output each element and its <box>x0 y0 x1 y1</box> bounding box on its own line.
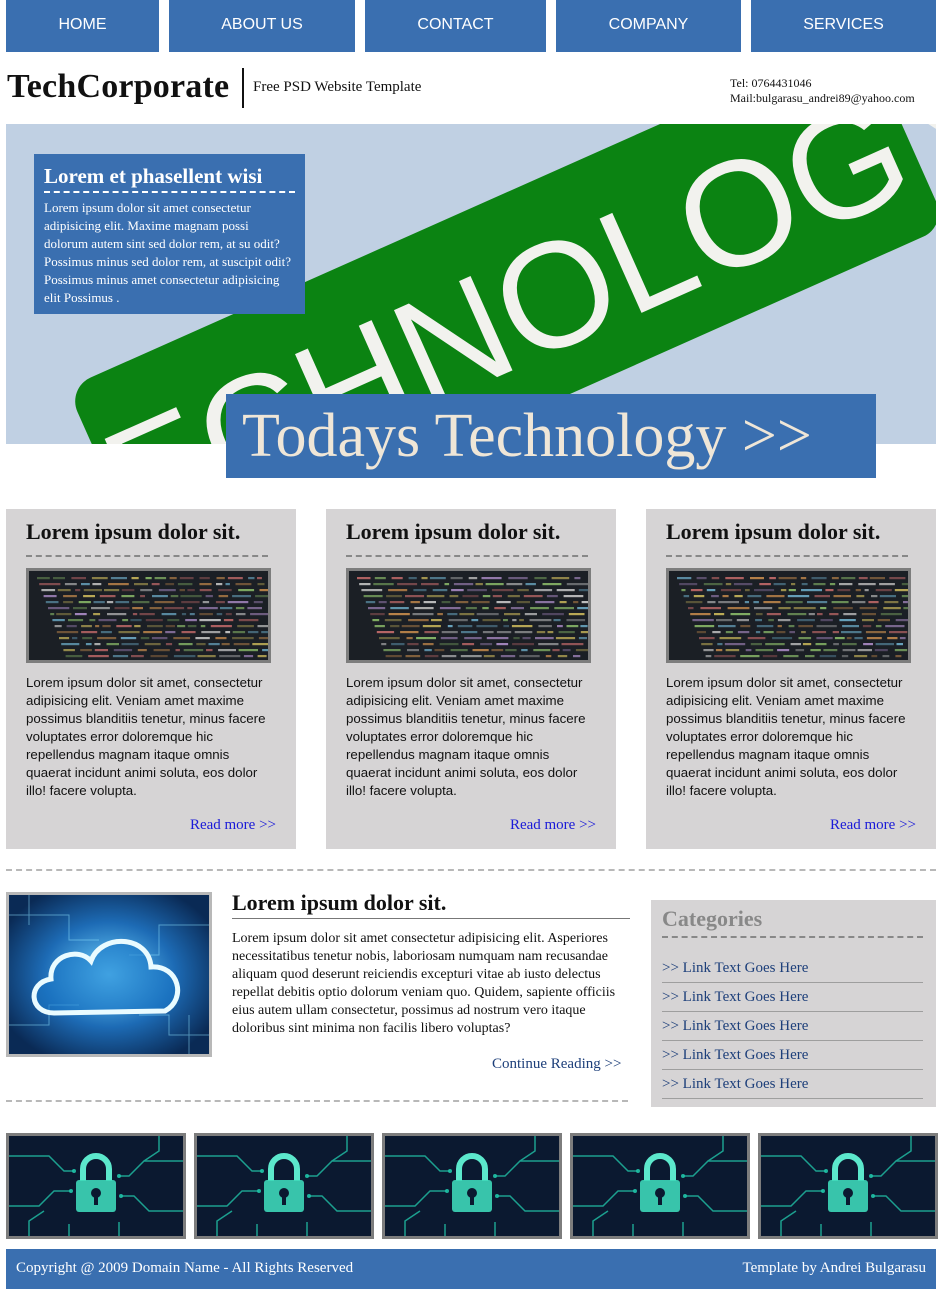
header-divider <box>242 68 244 108</box>
site-tagline: Free PSD Website Template <box>253 79 422 95</box>
cloud-image <box>6 892 212 1057</box>
category-link[interactable]: >> Link Text Goes Here <box>662 1042 923 1070</box>
read-more-link[interactable]: Read more >> <box>190 817 276 834</box>
nav-home[interactable]: HOME <box>6 0 159 52</box>
site-logo[interactable]: TechCorporate <box>7 68 229 106</box>
contact-phone: Tel: 0764431046 <box>730 76 812 90</box>
gallery-thumbnail[interactable] <box>570 1133 750 1239</box>
category-link[interactable]: >> Link Text Goes Here <box>662 955 923 983</box>
content-card: Lorem ipsum dolor sit. Lorem ipsum dolor… <box>326 509 616 849</box>
hero-text: Lorem ipsum dolor sit amet consectetur a… <box>44 200 291 305</box>
card-title: Lorem ipsum dolor sit. <box>346 519 588 557</box>
card-title: Lorem ipsum dolor sit. <box>26 519 268 557</box>
todays-technology-button[interactable]: Todays Technology >> <box>226 394 876 478</box>
top-navigation: HOME ABOUT US CONTACT COMPANY SERVICES <box>0 0 940 52</box>
contact-mail: Mail:bulgarasu_andrei89@yahoo.com <box>730 91 915 105</box>
hero-caption-box: Lorem et phasellent wisi Lorem ipsum dol… <box>34 154 305 314</box>
continue-reading-link[interactable]: Continue Reading >> <box>492 1056 621 1073</box>
nav-contact[interactable]: CONTACT <box>365 0 546 52</box>
footer: Copyright @ 2009 Domain Name - All Right… <box>6 1249 936 1289</box>
gallery-thumbnail[interactable] <box>758 1133 938 1239</box>
gallery-thumbnail[interactable] <box>382 1133 562 1239</box>
category-link[interactable]: >> Link Text Goes Here <box>662 1013 923 1041</box>
read-more-link[interactable]: Read more >> <box>830 817 916 834</box>
feature-text: Lorem ipsum dolor sit amet consectetur a… <box>232 931 616 1036</box>
gallery-thumbnail[interactable] <box>6 1133 186 1239</box>
footer-copyright: Copyright @ 2009 Domain Name - All Right… <box>16 1260 354 1276</box>
code-screen-image <box>346 568 591 663</box>
hero-title: Lorem et phasellent wisi <box>44 164 295 193</box>
card-text: Lorem ipsum dolor sit amet, consectetur … <box>26 675 266 798</box>
nav-company[interactable]: COMPANY <box>556 0 741 52</box>
gallery-thumbnail[interactable] <box>194 1133 374 1239</box>
contact-info: Tel: 0764431046 Mail:bulgarasu_andrei89@… <box>730 76 936 106</box>
footer-credit: Template by Andrei Bulgarasu <box>742 1260 927 1276</box>
read-more-link[interactable]: Read more >> <box>510 817 596 834</box>
code-screen-image <box>666 568 911 663</box>
nav-services[interactable]: SERVICES <box>751 0 936 52</box>
feature-title: Lorem ipsum dolor sit. <box>232 890 630 919</box>
content-card: Lorem ipsum dolor sit. Lorem ipsum dolor… <box>6 509 296 849</box>
code-screen-image <box>26 568 271 663</box>
feature-divider <box>6 1100 628 1102</box>
card-text: Lorem ipsum dolor sit amet, consectetur … <box>346 675 586 798</box>
card-text: Lorem ipsum dolor sit amet, consectetur … <box>666 675 906 798</box>
card-title: Lorem ipsum dolor sit. <box>666 519 908 557</box>
categories-sidebar: Categories >> Link Text Goes Here >> Lin… <box>651 900 936 1107</box>
content-card: Lorem ipsum dolor sit. Lorem ipsum dolor… <box>646 509 936 849</box>
category-link[interactable]: >> Link Text Goes Here <box>662 984 923 1012</box>
category-link[interactable]: >> Link Text Goes Here <box>662 1071 923 1099</box>
categories-title: Categories <box>662 906 923 938</box>
nav-about-us[interactable]: ABOUT US <box>169 0 355 52</box>
section-divider <box>6 869 936 871</box>
